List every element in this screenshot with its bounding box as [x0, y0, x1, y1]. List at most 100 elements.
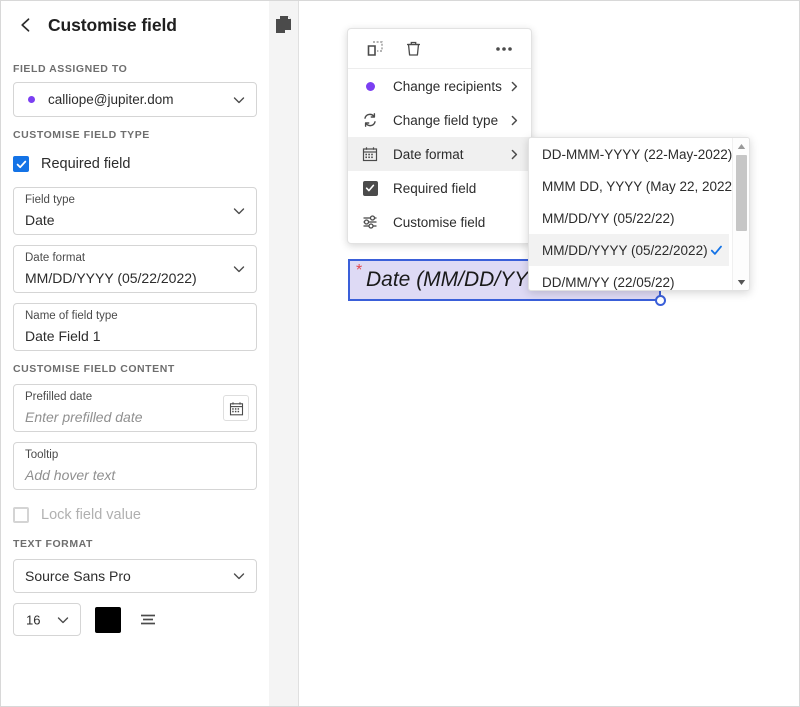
prefilled-date-calendar-button[interactable]	[223, 395, 249, 421]
field-type-value: Date	[25, 212, 55, 228]
scrollbar-thumb[interactable]	[736, 155, 747, 231]
lock-field-value-label: Lock field value	[41, 507, 141, 523]
customise-field-type-label: CUSTOMISE FIELD TYPE	[1, 129, 269, 141]
more-options-button[interactable]	[493, 38, 515, 60]
scroll-down-button[interactable]	[733, 275, 750, 289]
menu-item-change-recipients[interactable]: Change recipients	[348, 69, 531, 103]
scroll-up-arrow-icon	[737, 143, 746, 150]
sidebar-header: Customise field	[1, 3, 269, 47]
option-label: MM/DD/YY (05/22/22)	[542, 211, 675, 226]
option-label: DD/MM/YY (22/05/22)	[542, 275, 675, 290]
tooltip-placeholder: Add hover text	[25, 467, 115, 483]
chevron-down-icon	[56, 613, 70, 627]
submenu-scrollbar[interactable]	[732, 138, 749, 290]
pages-panel-button[interactable]	[275, 15, 293, 35]
customise-field-content-label: CUSTOMISE FIELD CONTENT	[1, 363, 269, 375]
chevron-down-icon	[232, 569, 246, 583]
check-icon	[709, 243, 723, 257]
date-format-option[interactable]: MMM DD, YYYY (May 22, 2022)	[529, 170, 729, 202]
name-of-field-type-input[interactable]: Name of field type Date Field 1	[13, 303, 257, 351]
back-button[interactable]	[13, 12, 39, 38]
menu-item-date-format[interactable]: Date format	[348, 137, 531, 171]
date-format-select[interactable]: Date format MM/DD/YYYY (05/22/2022)	[13, 245, 257, 293]
name-of-field-type-value: Date Field 1	[25, 328, 100, 344]
pages-icon	[275, 15, 293, 35]
menu-item-label: Customise field	[393, 215, 485, 230]
menu-item-label: Change recipients	[393, 79, 502, 94]
field-resize-handle[interactable]	[655, 295, 666, 306]
date-format-option[interactable]: DD-MMM-YYYY (22-May-2022)	[529, 138, 729, 170]
chevron-right-icon	[508, 148, 520, 160]
required-marker: *	[356, 263, 362, 279]
font-family-value: Source Sans Pro	[25, 568, 131, 584]
text-color-swatch[interactable]	[95, 607, 121, 633]
text-format-label: TEXT FORMAT	[1, 538, 269, 550]
menu-item-label: Date format	[393, 147, 464, 162]
date-format-option[interactable]: MM/DD/YY (05/22/22)	[529, 202, 729, 234]
option-label: MMM DD, YYYY (May 22, 2022)	[542, 179, 737, 194]
chevron-down-icon	[232, 204, 246, 218]
check-icon	[16, 159, 27, 170]
date-format-label: Date format	[25, 252, 85, 264]
recipient-dot-icon	[361, 77, 379, 95]
text-align-button[interactable]	[135, 607, 161, 633]
date-format-option-selected[interactable]: MM/DD/YYYY (05/22/2022)	[529, 234, 729, 266]
font-size-value: 16	[26, 612, 40, 627]
scroll-down-arrow-icon	[737, 279, 746, 286]
more-options-icon	[495, 46, 513, 52]
date-format-submenu: DD-MMM-YYYY (22-May-2022) MMM DD, YYYY (…	[528, 137, 750, 291]
trash-icon	[405, 40, 422, 57]
option-label: DD-MMM-YYYY (22-May-2022)	[542, 147, 732, 162]
duplicate-icon	[367, 40, 384, 57]
font-size-select[interactable]: 16	[13, 603, 81, 636]
font-family-select[interactable]: Source Sans Pro	[13, 559, 257, 593]
prefilled-date-placeholder: Enter prefilled date	[25, 409, 143, 425]
required-field-checkbox[interactable]	[13, 156, 29, 172]
calendar-icon	[361, 145, 379, 163]
menu-item-customise-field[interactable]: Customise field	[348, 205, 531, 239]
lock-field-value-checkbox	[13, 507, 29, 523]
menu-item-label: Required field	[393, 181, 476, 196]
option-label: MM/DD/YYYY (05/22/2022)	[542, 243, 708, 258]
recipient-select[interactable]: calliope@jupiter.dom	[13, 82, 257, 117]
customise-field-window: Customise field FIELD ASSIGNED TO callio…	[0, 0, 800, 707]
duplicate-field-button[interactable]	[364, 38, 386, 60]
document-gutter	[269, 1, 299, 706]
context-menu-toolbar	[348, 29, 531, 69]
date-format-option[interactable]: DD/MM/YY (22/05/22)	[529, 266, 729, 291]
lock-field-value-row: Lock field value	[1, 500, 269, 530]
field-type-label: Field type	[25, 194, 75, 206]
name-of-field-type-label: Name of field type	[25, 310, 118, 322]
sliders-icon	[361, 213, 379, 231]
chevron-right-icon	[508, 80, 520, 92]
chevron-down-icon	[232, 93, 246, 107]
prefilled-date-input[interactable]: Prefilled date Enter prefilled date	[13, 384, 257, 432]
field-type-select[interactable]: Field type Date	[13, 187, 257, 235]
recipient-dot-icon	[28, 96, 35, 103]
checkbox-checked-icon	[361, 179, 379, 197]
text-align-icon	[139, 612, 157, 628]
field-assigned-to-label: FIELD ASSIGNED TO	[1, 63, 269, 75]
text-format-controls: 16	[1, 603, 269, 636]
chevron-left-icon	[18, 17, 34, 33]
calendar-icon	[229, 401, 244, 416]
field-context-menu: Change recipients Change field type	[347, 28, 532, 244]
menu-item-required-field[interactable]: Required field	[348, 171, 531, 205]
required-field-row[interactable]: Required field	[1, 149, 269, 179]
menu-item-label: Change field type	[393, 113, 498, 128]
prefilled-date-label: Prefilled date	[25, 391, 92, 403]
page-title: Customise field	[48, 15, 177, 36]
required-field-label: Required field	[41, 156, 130, 172]
chevron-down-icon	[232, 262, 246, 276]
chevron-right-icon	[508, 114, 520, 126]
delete-field-button[interactable]	[402, 38, 424, 60]
menu-item-change-field-type[interactable]: Change field type	[348, 103, 531, 137]
date-format-options-list: DD-MMM-YYYY (22-May-2022) MMM DD, YYYY (…	[529, 138, 729, 291]
tooltip-label: Tooltip	[25, 449, 58, 461]
scroll-up-button[interactable]	[733, 139, 750, 153]
sync-icon	[361, 111, 379, 129]
recipient-email: calliope@jupiter.dom	[48, 92, 174, 107]
date-format-value: MM/DD/YYYY (05/22/2022)	[25, 270, 197, 286]
tooltip-input[interactable]: Tooltip Add hover text	[13, 442, 257, 490]
customise-field-sidebar: Customise field FIELD ASSIGNED TO callio…	[1, 1, 269, 706]
